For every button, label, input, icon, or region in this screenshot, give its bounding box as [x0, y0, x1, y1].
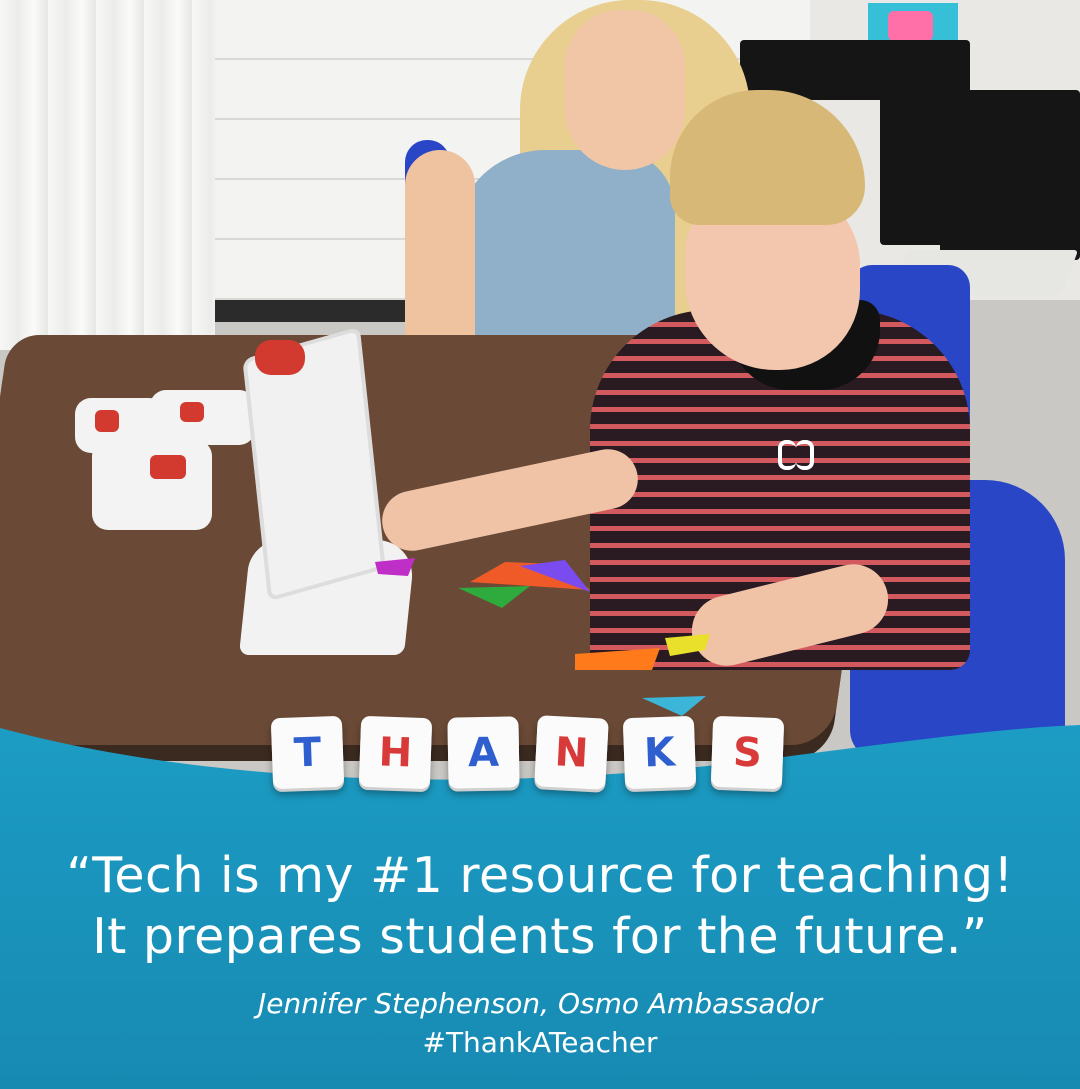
tangram-piece — [375, 558, 415, 576]
letter-tile: T — [270, 715, 345, 790]
tangram-piece — [665, 634, 710, 656]
osmo-reflector-clip — [255, 340, 305, 375]
letter-tile: H — [358, 715, 433, 790]
tangram-pieces — [375, 558, 710, 716]
tangram-piece — [458, 586, 530, 608]
letter-tile: N — [534, 715, 609, 790]
thanks-letter-tiles: T H A N K S — [270, 715, 785, 790]
classroom-photo — [0, 0, 1080, 820]
window-curtain — [0, 0, 215, 350]
thank-a-teacher-graphic: T H A N K S “Tech is my #1 resource for … — [0, 0, 1080, 1089]
letter-tile: K — [622, 715, 697, 790]
student-hair — [670, 90, 865, 225]
letter-tile: S — [710, 715, 785, 790]
quote-line: “Tech is my #1 resource for teaching! — [66, 847, 1014, 904]
teacher-face — [565, 10, 685, 170]
testimonial-quote: “Tech is my #1 resource for teaching! It… — [0, 845, 1080, 967]
shirt-logo-icon — [778, 436, 814, 470]
osmo-mirror-clip — [180, 402, 204, 422]
osmo-mirror-clip — [95, 410, 119, 432]
osmo-mirror-clip — [150, 455, 186, 479]
quote-line: It prepares students for the future.” — [92, 908, 988, 965]
hashtag: #ThankATeacher — [422, 1026, 658, 1059]
computer-tower — [940, 90, 1080, 260]
quote-attribution: Jennifer Stephenson, Osmo Ambassador — [257, 987, 823, 1020]
tangram-piece — [642, 696, 706, 716]
tangram-piece — [575, 648, 660, 670]
letter-tile: A — [447, 716, 520, 789]
osmo-base — [92, 440, 212, 530]
